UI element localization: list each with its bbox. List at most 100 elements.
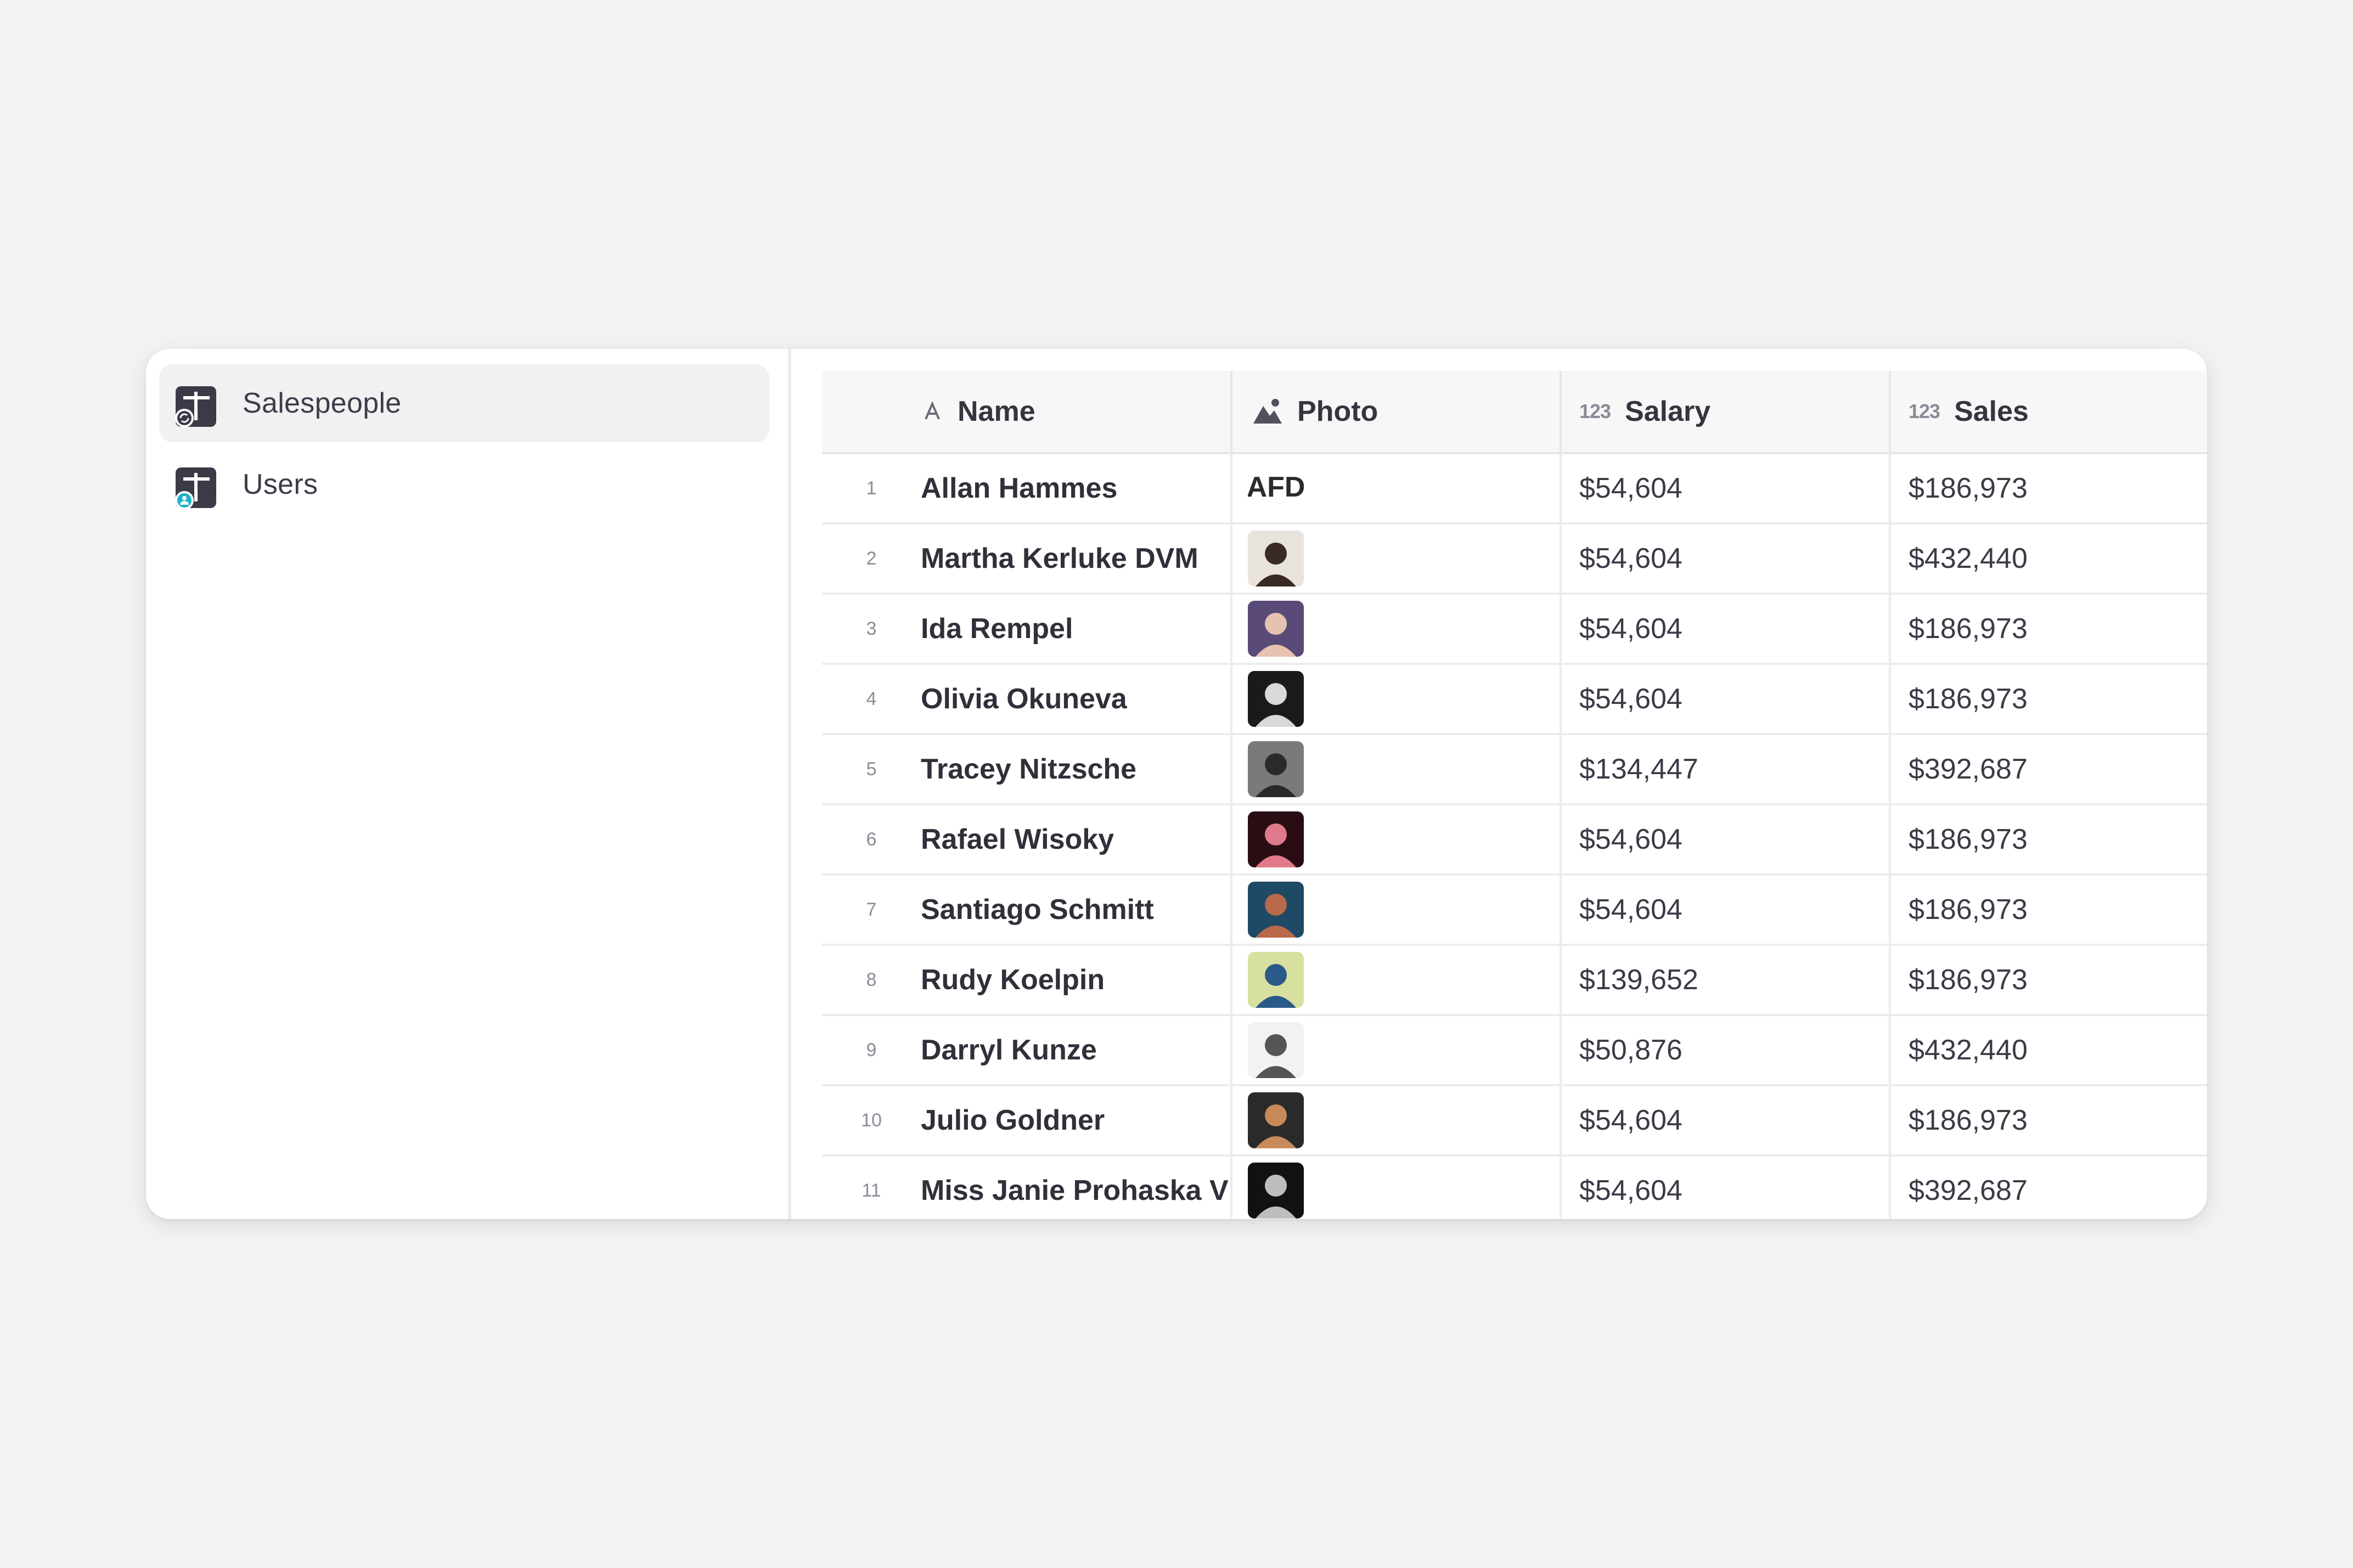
photo-thumbnail	[1248, 671, 1304, 727]
sidebar-item-label: Salespeople	[243, 387, 402, 419]
table-user-icon	[175, 467, 216, 510]
cell-sales[interactable]: $392,687	[1890, 734, 2207, 805]
cell-sales[interactable]: $186,973	[1890, 945, 2207, 1016]
cell-photo[interactable]	[1231, 664, 1562, 735]
row-number: 3	[822, 594, 921, 665]
cell-salary[interactable]: $54,604	[1561, 875, 1891, 946]
cell-photo[interactable]	[1231, 523, 1562, 595]
column-header-label: Photo	[1297, 396, 1378, 427]
table-row[interactable]: 6 Rafael Wisoky $54,604 $186,973	[822, 804, 2207, 876]
row-number: 6	[822, 804, 921, 876]
photo-thumbnail: AFD	[1248, 460, 1304, 516]
column-header-sales[interactable]: 123 Sales	[1890, 371, 2207, 454]
cell-name[interactable]: Ida Rempel	[921, 594, 1232, 665]
table-row[interactable]: 7 Santiago Schmitt $54,604 $186,973	[822, 875, 2207, 946]
cell-sales[interactable]: $186,973	[1890, 594, 2207, 665]
cell-photo[interactable]	[1231, 734, 1562, 805]
photo-thumbnail	[1248, 1022, 1304, 1078]
cell-salary[interactable]: $54,604	[1561, 594, 1891, 665]
table-row[interactable]: 10 Julio Goldner $54,604 $186,973	[822, 1085, 2207, 1157]
column-header-name[interactable]: Name	[921, 371, 1232, 454]
cell-name[interactable]: Santiago Schmitt	[921, 875, 1232, 946]
column-header-label: Sales	[1954, 396, 2029, 427]
table-row[interactable]: 4 Olivia Okuneva $54,604 $186,973	[822, 664, 2207, 735]
cell-photo[interactable]: AFD	[1231, 453, 1562, 524]
column-header-photo[interactable]: Photo	[1231, 371, 1562, 454]
cell-sales[interactable]: $392,687	[1890, 1155, 2207, 1219]
cell-salary[interactable]: $54,604	[1561, 1085, 1891, 1157]
cell-sales[interactable]: $432,440	[1890, 1015, 2207, 1086]
table-row[interactable]: 5 Tracey Nitzsche $134,447 $392,687	[822, 734, 2207, 805]
cell-name[interactable]: Darryl Kunze	[921, 1015, 1232, 1086]
photo-thumbnail	[1248, 531, 1304, 586]
row-number: 1	[822, 453, 921, 524]
row-number: 4	[822, 664, 921, 735]
cell-name[interactable]: Olivia Okuneva	[921, 664, 1232, 735]
row-number: 11	[822, 1155, 921, 1219]
cell-photo[interactable]	[1231, 1015, 1562, 1086]
cell-name[interactable]: Martha Kerluke DVM	[921, 523, 1232, 595]
photo-thumbnail	[1248, 882, 1304, 938]
cell-photo[interactable]	[1231, 804, 1562, 876]
cell-sales[interactable]: $186,973	[1890, 804, 2207, 876]
cell-name[interactable]: Julio Goldner	[921, 1085, 1232, 1157]
row-number-header	[822, 371, 921, 454]
cell-sales[interactable]: $186,973	[1890, 1085, 2207, 1157]
table-row[interactable]: 9 Darryl Kunze $50,876 $432,440	[822, 1015, 2207, 1086]
cell-salary[interactable]: $54,604	[1561, 664, 1891, 735]
cell-name[interactable]: Rudy Koelpin	[921, 945, 1232, 1016]
cell-sales[interactable]: $186,973	[1890, 453, 2207, 524]
column-header-label: Name	[958, 396, 1035, 427]
data-table: Name Photo 123 Salary 123 Sales 1 Allan …	[822, 371, 2207, 1219]
photo-thumbnail	[1248, 811, 1304, 867]
cell-name[interactable]: Rafael Wisoky	[921, 804, 1232, 876]
table-row[interactable]: 11 Miss Janie Prohaska V $54,604 $392,687	[822, 1155, 2207, 1219]
row-number: 2	[822, 523, 921, 595]
number-type-icon: 123	[1579, 400, 1611, 422]
cell-photo[interactable]	[1231, 1085, 1562, 1157]
table-row[interactable]: 2 Martha Kerluke DVM $54,604 $432,440	[822, 523, 2207, 595]
cell-salary[interactable]: $134,447	[1561, 734, 1891, 805]
cell-salary[interactable]: $54,604	[1561, 523, 1891, 595]
column-header-label: Salary	[1625, 396, 1711, 427]
cell-salary[interactable]: $54,604	[1561, 1155, 1891, 1219]
photo-thumbnail	[1248, 1163, 1304, 1219]
table-row[interactable]: 3 Ida Rempel $54,604 $186,973	[822, 594, 2207, 665]
data-grid: Name Photo 123 Salary 123 Sales 1 Allan …	[822, 371, 2207, 1219]
cell-name[interactable]: Allan Hammes	[921, 453, 1232, 524]
table-header-row: Name Photo 123 Salary 123 Sales	[822, 371, 2207, 454]
cell-photo[interactable]	[1231, 1155, 1562, 1219]
photo-thumbnail	[1248, 741, 1304, 797]
cell-sales[interactable]: $186,973	[1890, 664, 2207, 735]
photo-thumbnail	[1248, 601, 1304, 657]
column-header-salary[interactable]: 123 Salary	[1561, 371, 1891, 454]
cell-sales[interactable]: $186,973	[1890, 875, 2207, 946]
app-window: Salespeople Users Name Photo 123 Salary …	[146, 349, 2207, 1219]
cell-photo[interactable]	[1231, 945, 1562, 1016]
cell-salary[interactable]: $50,876	[1561, 1015, 1891, 1086]
photo-logo-text: AFD	[1248, 471, 1304, 503]
table-row[interactable]: 1 Allan Hammes AFD $54,604 $186,973	[822, 453, 2207, 524]
row-number: 10	[822, 1085, 921, 1157]
cell-photo[interactable]	[1231, 875, 1562, 946]
row-number: 7	[822, 875, 921, 946]
cell-name[interactable]: Miss Janie Prohaska V	[921, 1155, 1232, 1219]
table-sync-icon	[175, 386, 216, 427]
row-number: 5	[822, 734, 921, 805]
cell-photo[interactable]	[1231, 594, 1562, 665]
row-number: 9	[822, 1015, 921, 1086]
cell-salary[interactable]: $54,604	[1561, 804, 1891, 876]
cell-name[interactable]: Tracey Nitzsche	[921, 734, 1232, 805]
photo-thumbnail	[1248, 1092, 1304, 1148]
cell-salary[interactable]: $139,652	[1561, 945, 1891, 1016]
table-row[interactable]: 8 Rudy Koelpin $139,652 $186,973	[822, 945, 2207, 1016]
cell-sales[interactable]: $432,440	[1890, 523, 2207, 595]
sidebar-item-label: Users	[243, 469, 318, 500]
photo-thumbnail	[1248, 952, 1304, 1008]
cell-salary[interactable]: $54,604	[1561, 453, 1891, 524]
text-type-icon	[921, 401, 943, 422]
sidebar-item-salespeople[interactable]: Salespeople	[159, 364, 769, 442]
sidebar-item-users[interactable]: Users	[159, 445, 769, 523]
image-type-icon	[1252, 397, 1283, 426]
row-number: 8	[822, 945, 921, 1016]
